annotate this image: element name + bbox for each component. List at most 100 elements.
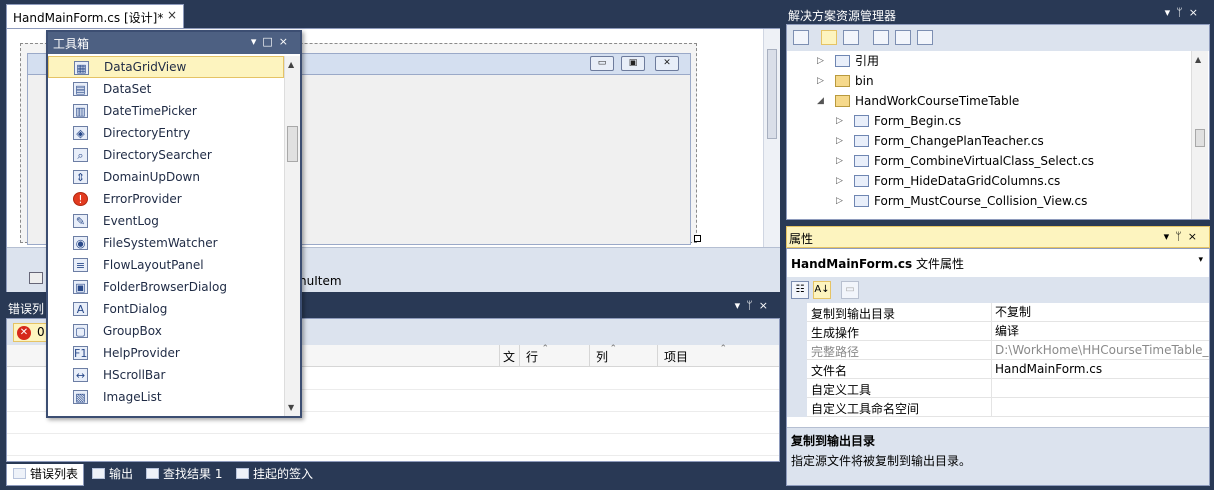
tray-component-icon[interactable] [29,272,43,284]
toolbox-item[interactable]: A FontDialog [48,298,284,320]
toolbox-item[interactable]: ▧ ImageList [48,386,284,408]
scrollbar-thumb[interactable] [1195,129,1205,147]
pin-icon[interactable]: ᛘ [1175,230,1188,243]
class-diagram-icon[interactable] [917,30,933,45]
property-value[interactable]: 不复制 [991,303,1209,321]
toolbox-window[interactable]: 工具箱 ▾□× ▦ DataGridView ▤ DataSet ▥ DateTimePi… [46,30,302,418]
scroll-up-icon[interactable]: ▲ [288,60,294,69]
dropdown-icon[interactable]: ▾ [1164,230,1176,243]
toolbox-item[interactable]: ▢ GroupBox [48,320,284,342]
close-icon[interactable]: × [279,35,294,48]
show-all-files-icon[interactable] [821,30,837,45]
tree-item[interactable]: ◢ HandWorkCourseTimeTable [787,91,1191,111]
expand-icon[interactable]: ▷ [836,191,843,211]
column-header-line[interactable]: 行 ⌃ [519,344,589,367]
row-gutter [787,322,807,341]
toolbox-item[interactable]: ▦ DataGridView [48,56,284,78]
property-value[interactable]: HandMainForm.cs [991,360,1209,378]
dropdown-icon[interactable]: ▾ [251,35,263,48]
scroll-up-icon[interactable]: ▲ [1195,55,1201,64]
expand-icon[interactable]: ▷ [836,131,843,151]
expand-icon[interactable]: ▷ [836,111,843,131]
chevron-down-icon[interactable]: ▾ [1198,255,1203,265]
object-selector[interactable]: HandMainForm.cs 文件属性 ▾ [787,249,1209,277]
close-icon[interactable]: × [167,8,177,22]
form-close-button[interactable]: ✕ [655,56,679,71]
pin-icon[interactable]: ᛘ [1176,6,1189,19]
view-designer-icon[interactable] [895,30,911,45]
column-header-file[interactable]: 文 [499,345,519,367]
property-row[interactable]: 自定义工具 [787,379,1209,398]
refresh-icon[interactable] [843,30,859,45]
property-name: 生成操作 [811,326,860,340]
expand-icon[interactable]: ▷ [817,71,824,91]
restore-icon[interactable]: □ [262,35,278,48]
toolbox-item[interactable]: ✎ EventLog [48,210,284,232]
directory-entry-icon: ◈ [73,126,88,140]
dropdown-icon[interactable]: ▾ [1165,6,1177,19]
property-value[interactable] [991,398,1209,416]
property-row[interactable]: 自定义工具命名空间 [787,398,1209,417]
tab-find-results[interactable]: 查找结果 1 [140,464,230,486]
toolbox-item[interactable]: ≡ FlowLayoutPanel [48,254,284,276]
tray-component-label[interactable]: nuItem [299,274,342,288]
alphabetical-button[interactable]: A↓ [813,281,831,299]
toolbox-scrollbar[interactable]: ▲ ▼ [284,56,300,416]
toolbox-item[interactable]: F1 HelpProvider [48,342,284,364]
tree-item[interactable]: ▷ Form_Begin.cs [787,111,1191,131]
property-row[interactable]: 复制到输出目录 不复制 [787,303,1209,322]
datagrid-icon: ▦ [74,61,89,75]
column-header-column[interactable]: 列 ⌃ [589,344,657,367]
toolbox-item[interactable]: ▤ DataSet [48,78,284,100]
expand-icon[interactable]: ▷ [836,151,843,171]
form-minimize-button[interactable]: ▭ [590,56,614,71]
toolbox-item[interactable]: ◉ FileSystemWatcher [48,232,284,254]
toolbox-item[interactable]: ! ErrorProvider [48,188,284,210]
tab-pending-checkins[interactable]: 挂起的签入 [230,464,324,486]
tree-item[interactable]: ▷ bin [787,71,1191,91]
column-header-project[interactable]: 项目 ⌃ [657,344,779,367]
close-icon[interactable]: × [1189,6,1204,19]
tree-item[interactable]: ▷ 引用 [787,51,1191,71]
toolbox-title-bar[interactable]: 工具箱 ▾□× [48,32,300,54]
property-pages-button[interactable]: ▭ [841,281,859,299]
pin-icon[interactable]: ᛘ [746,299,759,312]
designer-scrollbar[interactable] [763,29,780,247]
view-code-icon[interactable] [873,30,889,45]
property-row[interactable]: 完整路径 D:\WorkHome\HHCourseTimeTable_ [787,341,1209,360]
tab-error-list[interactable]: 错误列表 [6,464,84,486]
form-file-icon [854,115,869,127]
toolbox-item[interactable]: ▣ FolderBrowserDialog [48,276,284,298]
property-row[interactable]: 文件名 HandMainForm.cs [787,360,1209,379]
scrollbar-thumb[interactable] [287,126,298,162]
tree-item[interactable]: ▷ Form_CombineVirtualClass_Select.cs [787,151,1191,171]
scroll-down-icon[interactable]: ▼ [288,403,294,412]
toolbox-item[interactable]: ◈ DirectoryEntry [48,122,284,144]
toolbox-item-label: FolderBrowserDialog [103,280,227,294]
tab-output[interactable]: 输出 [86,464,138,486]
tree-item[interactable]: ▷ Form_MustCourse_Collision_View.cs [787,191,1191,211]
property-row[interactable]: 生成操作 编译 [787,322,1209,341]
resize-handle[interactable] [694,235,701,242]
property-value[interactable]: 编译 [991,322,1209,340]
toolbox-item[interactable]: ⇕ DomainUpDown [48,166,284,188]
tree-item[interactable]: ▷ Form_HideDataGridColumns.cs [787,171,1191,191]
dropdown-icon[interactable]: ▾ [735,299,747,312]
categorized-button[interactable]: ☷ [791,281,809,299]
expand-icon[interactable]: ◢ [817,91,824,111]
solution-explorer-scrollbar[interactable]: ▲ [1191,51,1208,219]
property-value[interactable] [991,379,1209,397]
toolbox-item[interactable]: ▥ DateTimePicker [48,100,284,122]
toolbox-item[interactable]: ⌕ DirectorySearcher [48,144,284,166]
tree-item[interactable]: ▷ Form_ChangePlanTeacher.cs [787,131,1191,151]
close-icon[interactable]: × [1188,230,1203,243]
expand-icon[interactable]: ▷ [817,51,824,71]
property-value[interactable]: D:\WorkHome\HHCourseTimeTable_ [991,341,1209,359]
form-maximize-button[interactable]: ▣ [621,56,645,71]
toolbox-item[interactable]: ↔ HScrollBar [48,364,284,386]
scrollbar-thumb[interactable] [767,49,777,139]
properties-icon[interactable] [793,30,809,45]
close-icon[interactable]: × [759,299,774,312]
document-tab-handmainform[interactable]: HandMainForm.cs [设计]* × [6,4,184,28]
expand-icon[interactable]: ▷ [836,171,843,191]
